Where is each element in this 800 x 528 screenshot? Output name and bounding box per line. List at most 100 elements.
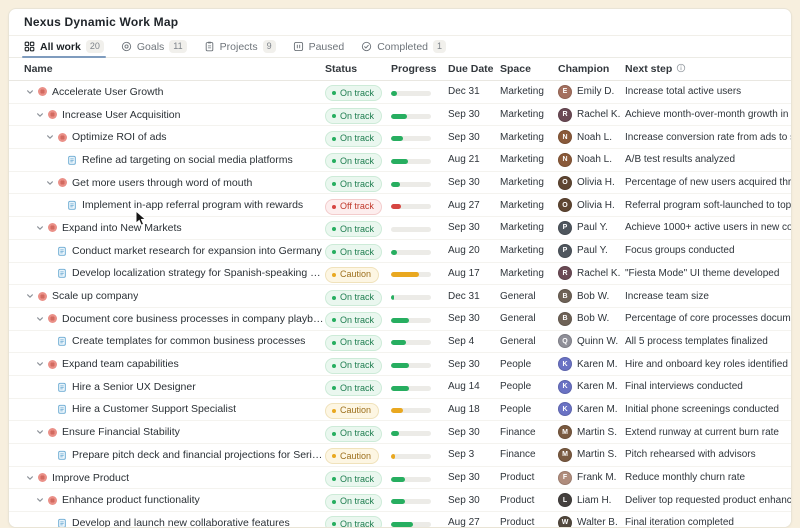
progress-bar-fill: [391, 431, 399, 436]
table-row[interactable]: Ensure Financial Stability On track Sep …: [9, 421, 791, 444]
goal-target-icon: [46, 428, 58, 437]
due-date: Sep 30: [448, 132, 500, 143]
progress-bar-fill: [391, 295, 394, 300]
row-title: Document core business processes in comp…: [62, 313, 325, 325]
tab-goals[interactable]: Goals 11: [121, 36, 187, 57]
goal-target-icon: [46, 223, 58, 232]
table-row[interactable]: Accelerate User Growth On track Dec 31 M…: [9, 81, 791, 104]
tab-paused[interactable]: Paused: [293, 36, 345, 57]
row-title: Enhance product functionality: [62, 494, 200, 506]
tab-label: Paused: [309, 41, 345, 53]
status-dot-icon: [332, 500, 336, 504]
due-date: Sep 3: [448, 449, 500, 460]
status-badge: Caution: [325, 403, 379, 419]
space: General: [500, 336, 558, 347]
indent-spacer: [24, 409, 44, 410]
column-header-champion: Champion: [558, 63, 625, 75]
chevron-down-icon[interactable]: [44, 133, 56, 141]
goal-target-icon: [36, 292, 48, 301]
table-row[interactable]: Hire a Customer Support Specialist Cauti…: [9, 399, 791, 422]
champion-name: Bob W.: [577, 313, 609, 324]
row-title: Refine ad targeting on social media plat…: [82, 154, 293, 166]
indent-spacer: [24, 386, 44, 387]
table-row[interactable]: Hire a Senior UX Designer On track Aug 1…: [9, 376, 791, 399]
status-dot-icon: [332, 341, 336, 345]
row-title: Implement in-app referral program with r…: [82, 199, 303, 211]
row-title: Conduct market research for expansion in…: [72, 245, 322, 257]
chevron-down-icon[interactable]: [34, 360, 46, 368]
indent-spacer: [24, 364, 34, 365]
table-row[interactable]: Improve Product On track Sep 30 Product …: [9, 467, 791, 490]
chevron-down-icon[interactable]: [44, 179, 56, 187]
next-step: Increase total active users: [625, 86, 791, 97]
table-row[interactable]: Enhance product functionality On track S…: [9, 489, 791, 512]
avatar: P: [558, 244, 572, 258]
table-row[interactable]: Implement in-app referral program with r…: [9, 194, 791, 217]
status-dot-icon: [332, 454, 336, 458]
champion-name: Martin S.: [577, 449, 617, 460]
chevron-down-icon[interactable]: [24, 88, 36, 96]
info-icon[interactable]: [676, 63, 686, 76]
column-header-due-date: Due Date: [448, 63, 500, 75]
status-label: On track: [340, 361, 374, 370]
status-label: On track: [340, 157, 374, 166]
table-row[interactable]: Get more users through word of mouth On …: [9, 172, 791, 195]
space: Product: [500, 517, 558, 528]
status-dot-icon: [332, 114, 336, 118]
space: Finance: [500, 427, 558, 438]
table-row[interactable]: Expand into New Markets On track Sep 30 …: [9, 217, 791, 240]
status-badge: On track: [325, 244, 382, 260]
chevron-down-icon[interactable]: [34, 428, 46, 436]
clipboard-icon: [204, 41, 215, 52]
indent-spacer: [24, 454, 44, 455]
champion-name: Olivia H.: [577, 177, 615, 188]
tab-completed[interactable]: Completed 1: [361, 36, 446, 57]
tab-all-work[interactable]: All work 20: [24, 36, 104, 57]
table-row[interactable]: Prepare pitch deck and financial project…: [9, 444, 791, 467]
table-row[interactable]: Increase User Acquisition On track Sep 3…: [9, 104, 791, 127]
goal-target-icon: [46, 314, 58, 323]
table-row[interactable]: Develop localization strategy for Spanis…: [9, 263, 791, 286]
table-row[interactable]: Develop and launch new collaborative fea…: [9, 512, 791, 528]
project-clipboard-icon: [66, 200, 78, 210]
indent-spacer: [24, 250, 44, 251]
table-row[interactable]: Conduct market research for expansion in…: [9, 240, 791, 263]
chevron-placeholder: [44, 337, 56, 345]
progress-bar-fill: [391, 114, 407, 119]
next-step: Initial phone screenings conducted: [625, 404, 791, 415]
status-badge: Caution: [325, 448, 379, 464]
chevron-down-icon[interactable]: [24, 292, 36, 300]
tab-count-badge: 9: [263, 40, 276, 53]
status-label: Caution: [340, 452, 371, 461]
chevron-down-icon[interactable]: [34, 496, 46, 504]
status-label: Caution: [340, 406, 371, 415]
next-step: "Fiesta Mode" UI theme developed: [625, 268, 791, 279]
chevron-down-icon[interactable]: [24, 474, 36, 482]
table-row[interactable]: Expand team capabilities On track Sep 30…: [9, 353, 791, 376]
row-title: Expand team capabilities: [62, 358, 179, 370]
column-header-status: Status: [325, 63, 391, 75]
table-row[interactable]: Scale up company On track Dec 31 General…: [9, 285, 791, 308]
avatar: P: [558, 221, 572, 235]
status-label: On track: [340, 180, 374, 189]
space: Product: [500, 495, 558, 506]
due-date: Sep 30: [448, 495, 500, 506]
chevron-down-icon[interactable]: [34, 111, 46, 119]
status-label: On track: [340, 338, 374, 347]
work-map-rows: Accelerate User Growth On track Dec 31 M…: [9, 81, 791, 528]
table-row[interactable]: Optimize ROI of ads On track Sep 30 Mark…: [9, 126, 791, 149]
column-header-next-step-label: Next step: [625, 63, 672, 75]
table-row[interactable]: Create templates for common business pro…: [9, 331, 791, 354]
table-row[interactable]: Refine ad targeting on social media plat…: [9, 149, 791, 172]
champion-name: Rachel K.: [577, 268, 620, 279]
space: General: [500, 291, 558, 302]
tab-projects[interactable]: Projects 9: [204, 36, 276, 57]
space: Marketing: [500, 245, 558, 256]
progress-bar: [391, 272, 431, 277]
progress-bar: [391, 91, 431, 96]
space: Product: [500, 472, 558, 483]
table-row[interactable]: Document core business processes in comp…: [9, 308, 791, 331]
chevron-down-icon[interactable]: [34, 224, 46, 232]
due-date: Aug 14: [448, 381, 500, 392]
chevron-down-icon[interactable]: [34, 315, 46, 323]
